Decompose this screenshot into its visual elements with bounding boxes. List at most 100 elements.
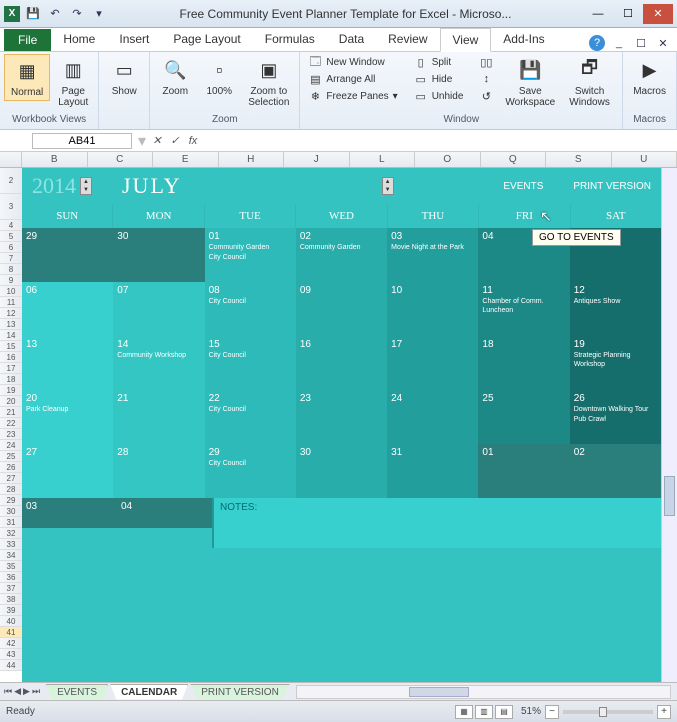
row-header[interactable]: 9 <box>0 275 22 286</box>
row-header[interactable]: 20 <box>0 396 22 407</box>
tab-formulas[interactable]: Formulas <box>253 28 327 51</box>
arrange-all-button[interactable]: ▤Arrange All <box>304 71 401 87</box>
calendar-day[interactable]: 01Community GardenCity Council <box>205 228 296 282</box>
row-header[interactable]: 29 <box>0 495 22 506</box>
zoom-to-selection-button[interactable]: ▣Zoom to Selection <box>242 54 295 110</box>
zoom-out-button[interactable]: − <box>545 705 559 719</box>
row-header[interactable]: 11 <box>0 297 22 308</box>
notes-area[interactable]: NOTES: <box>212 498 661 548</box>
calendar-day[interactable]: 17 <box>387 336 478 390</box>
row-header[interactable]: 2 <box>0 168 22 194</box>
calendar-day[interactable]: 22City Council <box>205 390 296 444</box>
row-header[interactable]: 26 <box>0 462 22 473</box>
column-header[interactable]: U <box>612 152 677 167</box>
row-header[interactable]: 37 <box>0 583 22 594</box>
column-header[interactable]: H <box>219 152 285 167</box>
page-layout-shortcut-button[interactable]: ▥ <box>475 705 493 719</box>
zoom-slider[interactable] <box>563 710 653 714</box>
calendar-day[interactable]: 01 <box>478 444 569 498</box>
column-header[interactable]: J <box>284 152 350 167</box>
enter-formula-icon[interactable]: ✓ <box>166 134 184 147</box>
ribbon-options-icon[interactable]: ☐ <box>633 35 649 51</box>
sheet-tab-events[interactable]: EVENTS <box>46 684 108 700</box>
month-spinner[interactable]: ▲▼ <box>382 177 394 195</box>
row-header[interactable]: 43 <box>0 649 22 660</box>
formula-input[interactable] <box>202 140 677 142</box>
calendar-day[interactable]: 06 <box>22 282 113 336</box>
name-box[interactable] <box>32 133 132 149</box>
cancel-formula-icon[interactable]: ✕ <box>148 134 166 147</box>
tab-add-ins[interactable]: Add-Ins <box>491 28 556 51</box>
save-button[interactable]: 💾 <box>24 5 42 23</box>
row-header[interactable]: 14 <box>0 330 22 341</box>
calendar-day[interactable]: 27 <box>22 444 113 498</box>
hscroll-thumb[interactable] <box>409 687 469 697</box>
save-workspace-button[interactable]: 💾Save Workspace <box>499 54 561 110</box>
child-minimize-icon[interactable]: _ <box>611 35 627 51</box>
calendar-day[interactable]: 21 <box>113 390 204 444</box>
calendar-day[interactable]: 04 <box>117 498 212 528</box>
row-header[interactable]: 31 <box>0 517 22 528</box>
sheet-tab-calendar[interactable]: CALENDAR <box>110 684 188 700</box>
column-header[interactable]: O <box>415 152 481 167</box>
calendar-day[interactable]: 11Chamber of Comm. Luncheon <box>478 282 569 336</box>
calendar-day[interactable]: 08City Council <box>205 282 296 336</box>
redo-button[interactable]: ↷ <box>68 5 86 23</box>
column-headers[interactable]: BCEHJLOQSU <box>0 152 677 168</box>
row-header[interactable]: 39 <box>0 605 22 616</box>
print-version-link[interactable]: PRINT VERSION <box>573 181 651 192</box>
row-header[interactable]: 28 <box>0 484 22 495</box>
normal-shortcut-button[interactable]: ▦ <box>455 705 473 719</box>
calendar-day[interactable]: 13 <box>22 336 113 390</box>
macros-button[interactable]: ▶Macros <box>627 54 672 99</box>
row-header[interactable]: 19 <box>0 385 22 396</box>
row-header[interactable]: 32 <box>0 528 22 539</box>
help-icon[interactable]: ? <box>589 35 605 51</box>
tab-review[interactable]: Review <box>376 28 439 51</box>
freeze-panes-button[interactable]: ❄Freeze Panes ▾ <box>304 88 401 104</box>
row-header[interactable]: 16 <box>0 352 22 363</box>
row-header[interactable]: 6 <box>0 242 22 253</box>
tab-page-layout[interactable]: Page Layout <box>161 28 252 51</box>
column-header[interactable]: S <box>546 152 612 167</box>
row-header[interactable]: 38 <box>0 594 22 605</box>
row-header[interactable]: 10 <box>0 286 22 297</box>
zoom-in-button[interactable]: + <box>657 705 671 719</box>
row-header[interactable]: 18 <box>0 374 22 385</box>
hide-button[interactable]: ▭Hide <box>410 71 468 87</box>
show-button[interactable]: ▭ Show <box>103 54 145 99</box>
calendar-day[interactable]: 23 <box>296 390 387 444</box>
column-header[interactable]: C <box>88 152 154 167</box>
row-header[interactable]: 12 <box>0 308 22 319</box>
calendar-day[interactable]: 15City Council <box>205 336 296 390</box>
row-header[interactable]: 34 <box>0 550 22 561</box>
tab-home[interactable]: Home <box>51 28 107 51</box>
row-header[interactable]: 33 <box>0 539 22 550</box>
year-spinner[interactable]: ▲▼ <box>80 177 92 195</box>
zoom-button[interactable]: 🔍Zoom <box>154 54 196 99</box>
first-tab-icon[interactable]: ⏮ <box>4 686 12 697</box>
page-layout-button[interactable]: ▥ Page Layout <box>52 54 94 110</box>
normal-view-button[interactable]: ▦ Normal <box>4 54 50 101</box>
calendar-day[interactable]: 12Antiques Show <box>570 282 661 336</box>
calendar-day[interactable]: 02 <box>570 444 661 498</box>
events-link[interactable]: EVENTS <box>503 181 543 192</box>
column-header[interactable]: Q <box>481 152 547 167</box>
calendar-day[interactable]: 10 <box>387 282 478 336</box>
switch-windows-button[interactable]: 🗗Switch Windows <box>563 54 616 110</box>
row-header[interactable]: 3 <box>0 194 22 220</box>
row-header[interactable]: 41 <box>0 627 22 638</box>
calendar-day[interactable]: 30 <box>296 444 387 498</box>
row-header[interactable]: 7 <box>0 253 22 264</box>
row-header[interactable]: 23 <box>0 429 22 440</box>
calendar-day[interactable]: 02Community Garden <box>296 228 387 282</box>
column-header[interactable]: B <box>22 152 88 167</box>
row-header[interactable]: 30 <box>0 506 22 517</box>
file-tab[interactable]: File <box>4 29 51 51</box>
row-header[interactable]: 40 <box>0 616 22 627</box>
child-close-icon[interactable]: ✕ <box>655 35 671 51</box>
row-header[interactable]: 36 <box>0 572 22 583</box>
calendar-day[interactable]: 14Community Workshop <box>113 336 204 390</box>
row-header[interactable]: 22 <box>0 418 22 429</box>
row-header[interactable]: 4 <box>0 220 22 231</box>
